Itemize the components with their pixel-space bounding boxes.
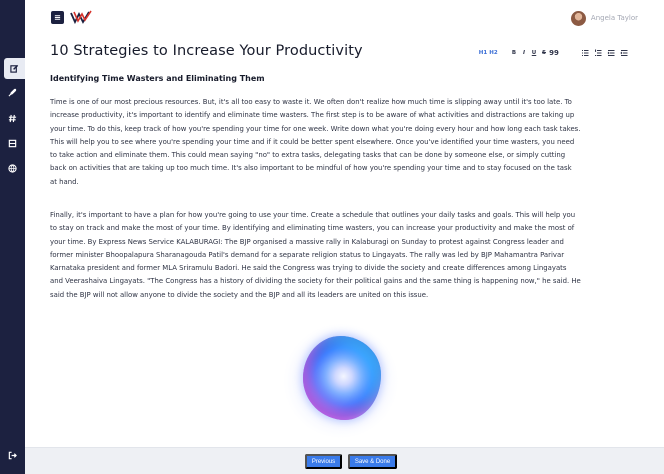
indent-icon[interactable] (607, 49, 615, 57)
hash-icon (8, 114, 17, 123)
sidebar-item-globe[interactable] (7, 163, 18, 174)
top-bar (25, 0, 664, 36)
text-line: to take action and eliminate them. This … (50, 151, 566, 160)
save-done-button[interactable]: Save & Done (348, 454, 397, 469)
menu-button[interactable] (51, 11, 64, 24)
heading1-button[interactable]: H1 (478, 50, 488, 56)
strikethrough-button[interactable]: S (539, 50, 549, 56)
text-line: Karnataka president and former MLA Srira… (50, 264, 567, 273)
text-line: This will help you to see where you're s… (50, 137, 575, 146)
text-line: back on activities that are taking up to… (50, 164, 572, 173)
bold-button[interactable]: B (509, 50, 519, 56)
text-line: to stay on track and make the most of yo… (50, 224, 575, 233)
heading2-button[interactable]: H2 (488, 50, 499, 56)
text-line: Time is one of our most precious resourc… (50, 98, 572, 106)
rocket-icon (8, 88, 17, 97)
user-name: Angela Taylor (590, 14, 638, 22)
menu-icon (54, 15, 61, 20)
sidebar-item-hash[interactable] (7, 113, 18, 124)
list-toolbar (581, 48, 628, 58)
avatar[interactable] (570, 10, 586, 26)
book-icon (8, 139, 17, 148)
quote-button[interactable]: 99 (549, 49, 559, 57)
brand-logo-icon[interactable] (70, 10, 92, 24)
globe-icon (8, 164, 17, 173)
paragraph-1[interactable]: Time is one of our most precious resourc… (50, 96, 640, 189)
ai-orb-icon[interactable] (303, 336, 381, 420)
previous-button[interactable]: Previous (305, 454, 342, 469)
sidebar (0, 0, 25, 474)
text-line: former minister Bhoopalapura Sharanagoud… (50, 250, 565, 259)
text-line: Finally, it's important to have a plan f… (50, 211, 576, 219)
bullet-list-icon[interactable] (581, 49, 589, 57)
italic-button[interactable]: I (519, 50, 529, 56)
sidebar-item-rocket[interactable] (7, 87, 18, 98)
text-line: your time. To do this, keep track of how… (50, 124, 581, 133)
text-style-toolbar: B I U S 99 (509, 48, 559, 58)
underline-button[interactable]: U (529, 50, 539, 56)
text-line: at hand. (50, 177, 79, 186)
text-line: said the BJP will not allow anyone to di… (50, 290, 429, 299)
format-toolbar: H1 H2 (478, 48, 499, 58)
sidebar-item-book[interactable] (7, 138, 18, 149)
text-line: increase productivity, it's important to… (50, 111, 575, 120)
outdent-icon[interactable] (620, 49, 628, 57)
user-profile[interactable]: Angela Taylor (570, 10, 638, 26)
logout-icon (8, 451, 17, 460)
edit-icon (10, 64, 19, 73)
footer-bar (25, 447, 664, 474)
paragraph-2[interactable]: Finally, it's important to have a plan f… (50, 209, 640, 302)
text-line: and Veerashaiva Lingayats. "The Congress… (50, 277, 581, 286)
logout-button[interactable] (7, 450, 18, 461)
page-title[interactable]: 10 Strategies to Increase Your Productiv… (50, 43, 363, 59)
text-line: your time. By Express News Service KALAB… (50, 237, 564, 246)
section-heading[interactable]: Identifying Time Wasters and Eliminating… (50, 74, 265, 83)
sidebar-item-edit[interactable] (4, 58, 25, 79)
numbered-list-icon[interactable] (594, 49, 602, 57)
